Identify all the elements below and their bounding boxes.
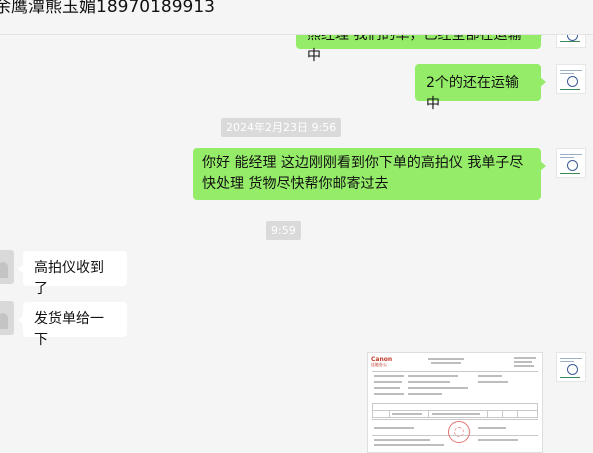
message-bubble-incoming[interactable]: 高拍仪收到了 <box>18 251 127 297</box>
shipping-document-image[interactable]: Canon 佳能办公 <box>367 352 543 453</box>
message-text: 高拍仪收到了 <box>34 260 104 297</box>
my-avatar[interactable] <box>556 148 586 178</box>
contact-avatar[interactable] <box>0 301 14 335</box>
message-text-line: 你好 能经理 这边刚刚看到你下单的高拍仪 我单子尽 <box>202 155 524 171</box>
message-text-line: 快处理 货物尽快帮你邮寄过去 <box>202 176 389 192</box>
message-bubble-incoming[interactable]: 发货单给一下 <box>18 302 127 348</box>
timestamp: 2024年2月23日 9:56 <box>221 118 342 137</box>
document-heading <box>428 356 464 364</box>
my-avatar[interactable] <box>556 64 586 94</box>
message-bubble-outgoing[interactable]: 你好 能经理 这边刚刚看到你下单的高拍仪 我单子尽 快处理 货物尽快帮你邮寄过去 <box>193 148 546 200</box>
timestamp: 9:59 <box>266 221 301 240</box>
message-bubble-outgoing[interactable]: 2个的还在运输中 <box>415 64 546 112</box>
canon-logo-subtitle: 佳能办公 <box>371 362 387 367</box>
contact-avatar[interactable] <box>0 250 14 284</box>
red-seal-stamp <box>448 421 470 443</box>
message-text: 2个的还在运输中 <box>426 75 519 112</box>
my-avatar[interactable] <box>556 352 586 382</box>
message-text: 发货单给一下 <box>34 311 104 348</box>
chat-title: 余鹰潭熊玉媚18970189913 <box>0 0 215 17</box>
chat-header: 余鹰潭熊玉媚18970189913 <box>0 0 593 35</box>
